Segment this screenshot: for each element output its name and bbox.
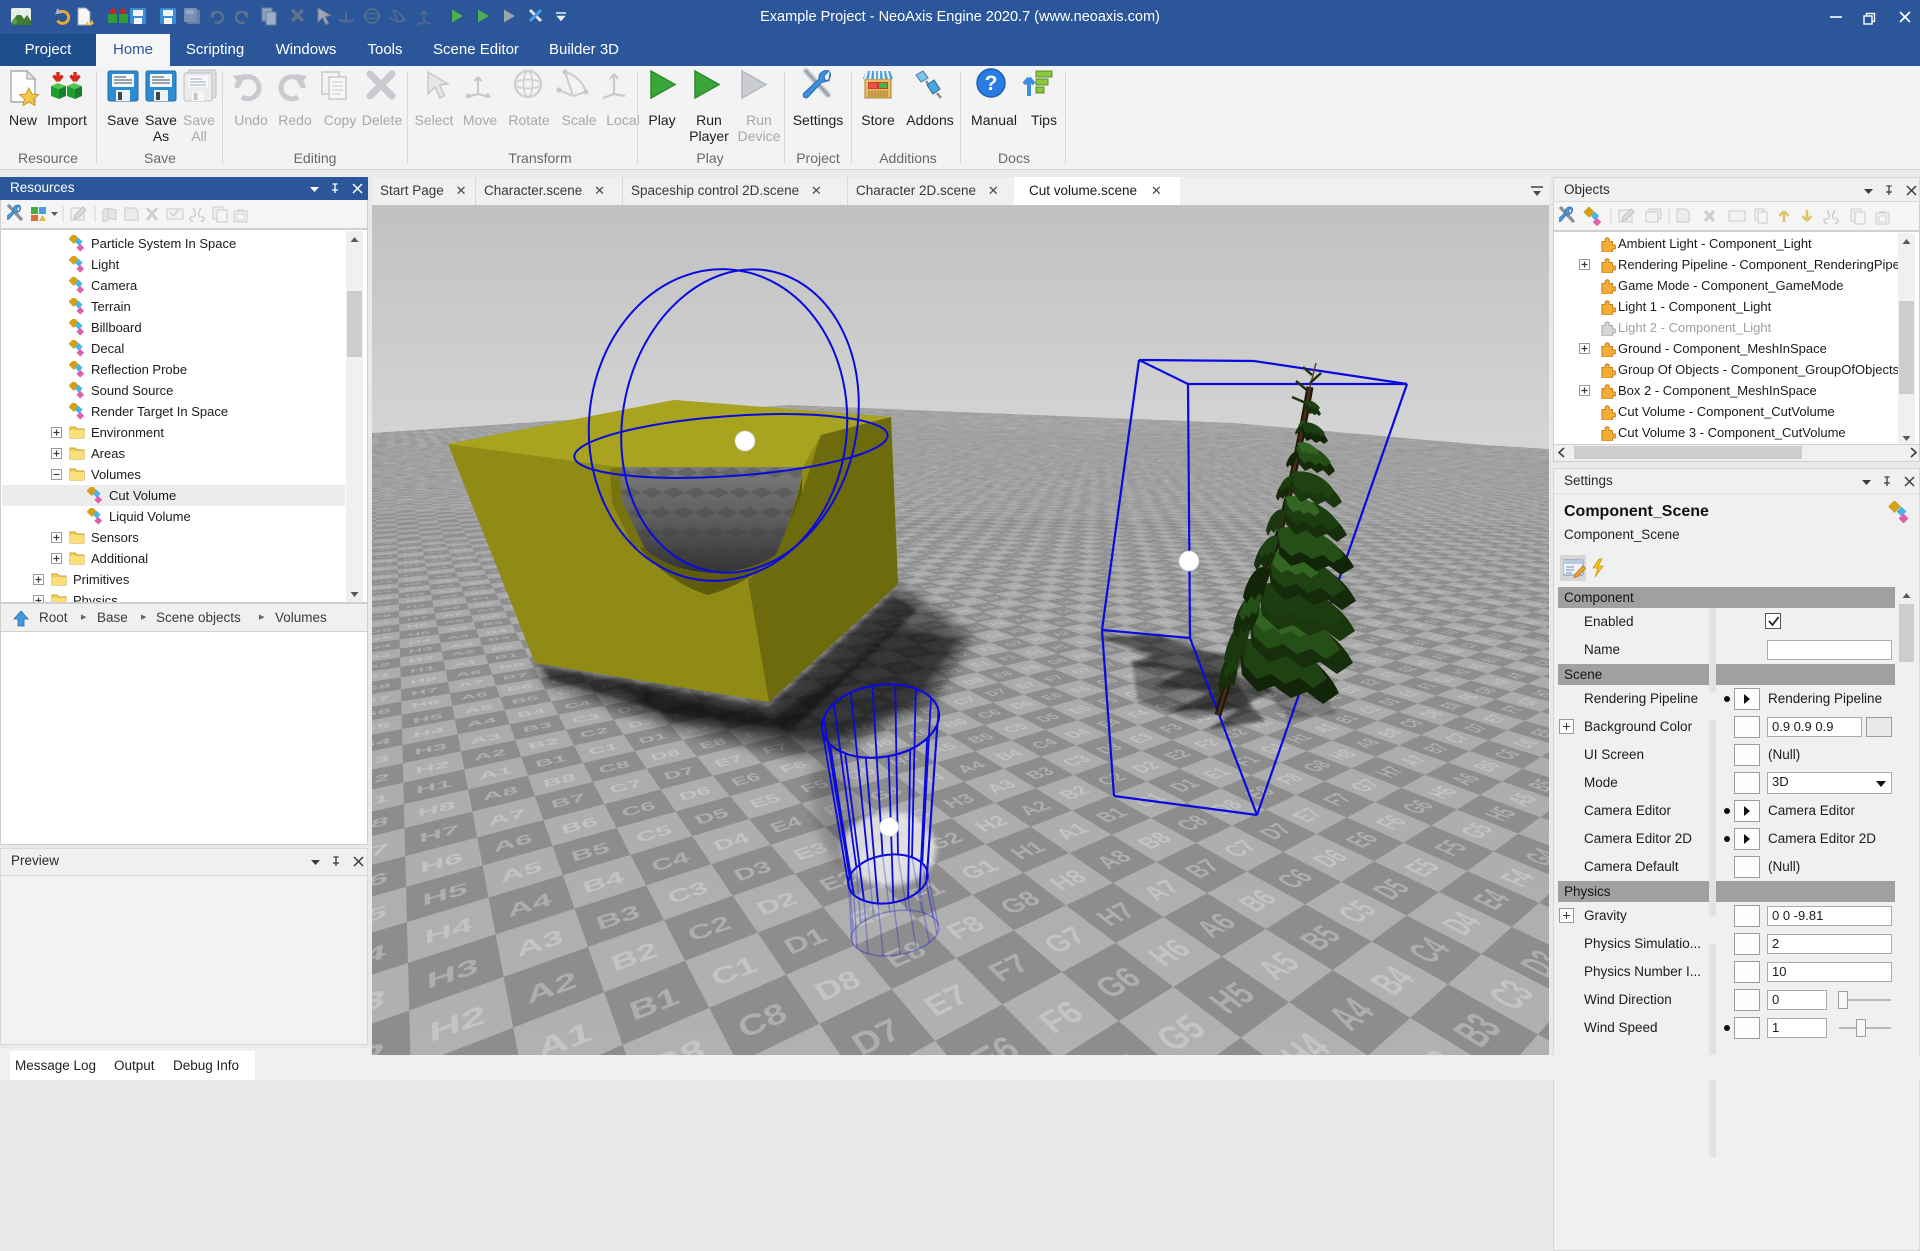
svg-text:?: ? <box>985 72 998 95</box>
